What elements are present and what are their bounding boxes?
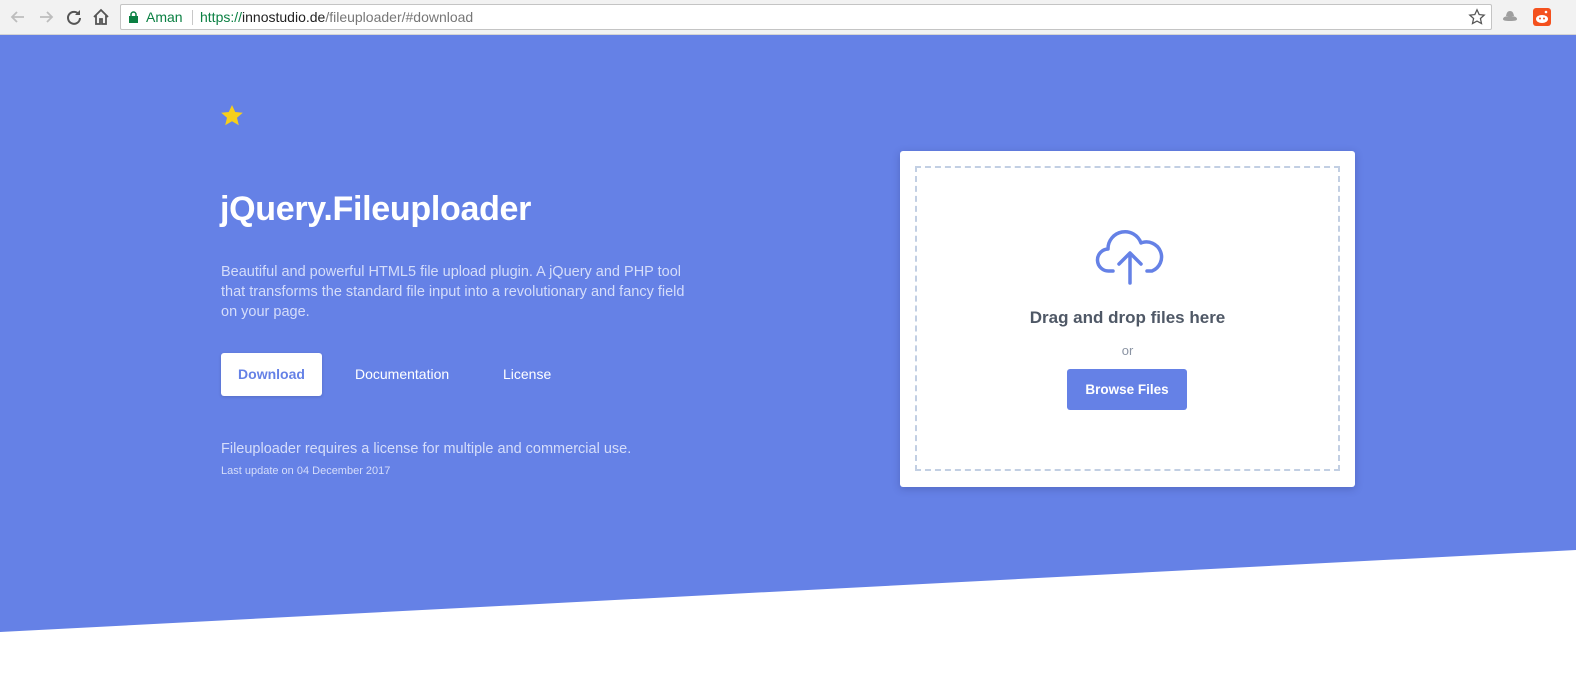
uploader-card: Drag and drop files here or Browse Files	[900, 151, 1355, 487]
home-icon[interactable]	[90, 6, 112, 28]
address-separator	[192, 10, 193, 25]
browser-toolbar: Aman https://innostudio.de/fileuploader/…	[0, 0, 1576, 35]
download-button[interactable]: Download	[221, 353, 322, 396]
reload-icon[interactable]	[63, 6, 85, 28]
page-title: jQuery.Fileuploader	[220, 190, 532, 228]
page-description: Beautiful and powerful HTML5 file upload…	[221, 264, 685, 320]
extension-reddit-icon[interactable]	[1532, 7, 1552, 27]
url-text: https://innostudio.de/fileuploader/#down…	[200, 5, 473, 29]
forward-arrow-icon[interactable]	[35, 6, 57, 28]
star-icon[interactable]	[219, 103, 245, 129]
address-bar[interactable]: Aman https://innostudio.de/fileuploader/…	[120, 4, 1492, 30]
back-arrow-icon[interactable]	[7, 6, 29, 28]
extension-incognito-icon[interactable]	[1500, 7, 1520, 27]
bookmark-star-icon[interactable]	[1468, 8, 1486, 26]
browse-files-button[interactable]: Browse Files	[1067, 369, 1187, 410]
documentation-link[interactable]: Documentation	[355, 353, 449, 396]
or-label: or	[1121, 343, 1134, 358]
url-path: /fileuploader/#download	[325, 9, 474, 25]
dropzone[interactable]: Drag and drop files here or Browse Files	[915, 166, 1340, 471]
last-update: Last update on 04 December 2017	[221, 465, 391, 477]
secure-label: Aman	[146, 9, 183, 25]
license-link[interactable]: License	[503, 353, 551, 396]
cloud-upload-icon	[1095, 229, 1164, 285]
license-note: Fileuploader requires a license for mult…	[221, 441, 632, 457]
url-scheme: https://	[200, 9, 243, 25]
url-host: innostudio.de	[242, 9, 326, 25]
dropzone-title: Drag and drop files here	[1029, 308, 1226, 327]
lock-icon	[129, 11, 138, 23]
